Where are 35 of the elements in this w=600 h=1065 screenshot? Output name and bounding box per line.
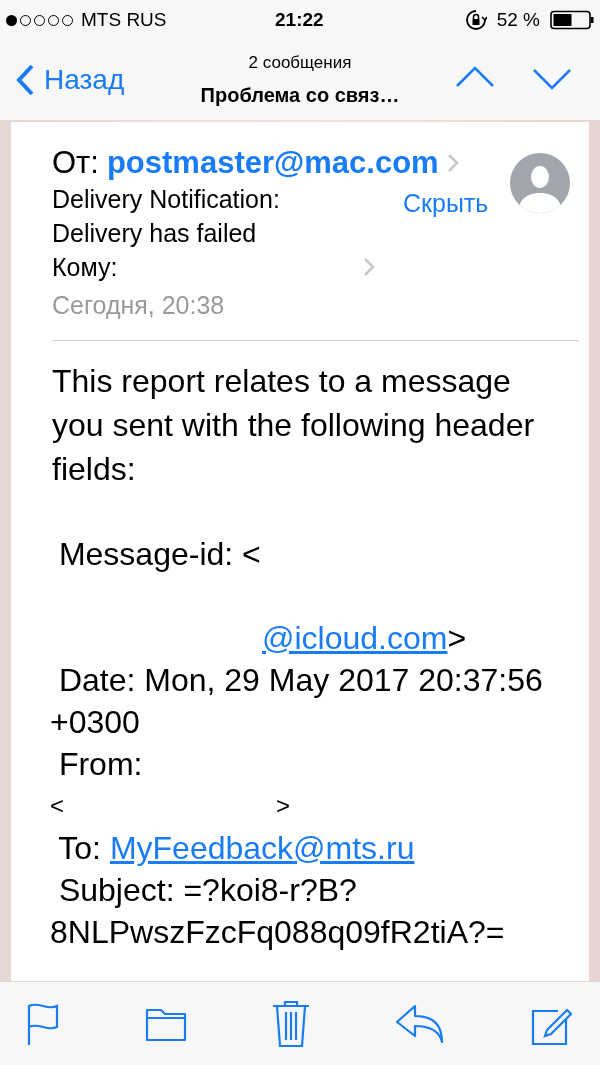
date-text: Сегодня, 20:38 xyxy=(52,290,226,321)
chevron-left-icon[interactable] xyxy=(16,64,34,96)
sender-link[interactable]: postmaster@mac.com xyxy=(106,146,439,180)
chevron-down-icon[interactable] xyxy=(532,68,572,90)
trash-icon[interactable] xyxy=(272,999,310,1048)
to-label: Кому: xyxy=(52,252,118,283)
clock-time: 21:22 xyxy=(275,7,324,32)
header-line: Date: Mon, 29 May 2017 20:37:56 xyxy=(57,661,543,700)
header-line: Message-id: < xyxy=(57,535,261,574)
angle-bracket: > xyxy=(276,791,291,821)
email-link[interactable]: @icloud.com xyxy=(262,617,448,659)
header-line: To: xyxy=(57,829,102,868)
angle-bracket: < xyxy=(50,791,64,821)
hide-link[interactable]: Скрыть xyxy=(403,186,489,220)
email-link[interactable]: MyFeedback@mts.ru xyxy=(109,827,415,869)
battery-icon xyxy=(550,10,594,30)
rotation-lock-icon xyxy=(464,9,487,31)
header-line: Subject: =?koi8-r?B? xyxy=(57,871,357,910)
battery-percent: 52 % xyxy=(496,7,540,32)
header-line: +0300 xyxy=(50,703,140,742)
carrier-name: MTS RUS xyxy=(81,7,167,32)
thread-title: Проблема со связ… xyxy=(200,82,400,108)
chevron-up-icon[interactable] xyxy=(455,66,495,88)
header-line: > xyxy=(447,619,467,658)
subject-line: Delivery Notification: xyxy=(52,184,280,215)
back-button[interactable]: Назад xyxy=(16,59,125,101)
avatar-icon xyxy=(510,153,570,213)
header-line: 8NLPwszFzcFq088q09fR2tiA?= xyxy=(50,913,505,952)
message-paragraph: This report relates to a message you sent with the following header fields: xyxy=(52,362,536,489)
header-line: From: xyxy=(57,745,143,784)
message-count: 2 сообщения xyxy=(248,52,352,74)
subject-line: Delivery has failed xyxy=(52,218,257,249)
from-label: От: xyxy=(52,146,99,180)
reply-icon[interactable] xyxy=(395,1003,445,1044)
flag-icon[interactable] xyxy=(26,1001,60,1046)
